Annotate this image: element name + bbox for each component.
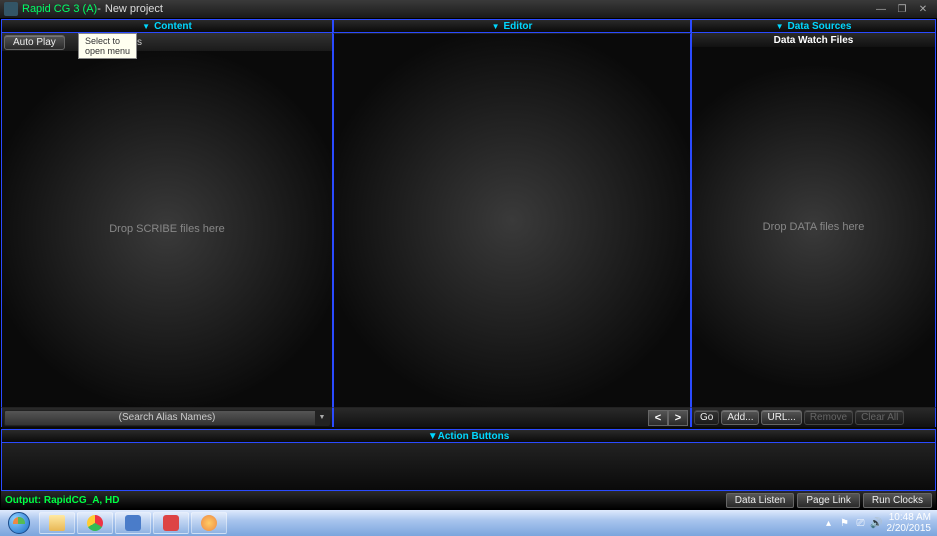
clock-time: 10:48 AM (887, 512, 932, 523)
windows-taskbar: ▴ ⚑ ⎚ 🔊 10:48 AM 2/20/2015 (0, 510, 937, 536)
content-panel-header[interactable]: ▼ Content (1, 19, 333, 33)
search-placeholder: (Search Alias Names) (119, 412, 216, 423)
data-watch-files-header: Data Watch Files (691, 33, 936, 47)
chevron-down-icon[interactable]: ▼ (315, 411, 329, 425)
taskbar-clock[interactable]: 10:48 AM 2/20/2015 (887, 512, 932, 534)
close-button[interactable]: ✕ (913, 2, 933, 16)
add-button[interactable]: Add... (721, 410, 759, 425)
minimize-button[interactable]: — (871, 2, 891, 16)
maximize-button[interactable]: ❐ (892, 2, 912, 16)
output-status: Output: RapidCG_A, HD (5, 495, 119, 506)
app-title: Rapid CG 3 (A) (22, 3, 97, 15)
nav-prev-button[interactable]: < (648, 410, 668, 426)
run-clocks-button[interactable]: Run Clocks (863, 493, 932, 508)
editor-panel: ▼ Editor < > (333, 19, 691, 427)
data-drop-hint: Drop DATA files here (763, 221, 865, 233)
content-toolbar: Auto Play seconds Select to open menu (1, 33, 333, 51)
tray-volume-icon[interactable]: 🔊 (871, 517, 883, 529)
title-separator: - (97, 3, 101, 15)
go-button[interactable]: Go (694, 410, 719, 425)
folder-icon (49, 515, 65, 531)
project-name: New project (105, 3, 163, 15)
tray-flag-icon[interactable]: ⚑ (839, 517, 851, 529)
data-sources-panel: ▼ Data Sources Data Watch Files Drop DAT… (691, 19, 936, 427)
action-title: Action Buttons (438, 431, 510, 442)
triangle-down-icon: ▼ (428, 431, 438, 442)
windows-logo-icon (8, 512, 30, 534)
taskbar-explorer[interactable] (39, 512, 75, 534)
content-drop-hint: Drop SCRIBE files here (109, 223, 225, 235)
data-drop-area[interactable]: Drop DATA files here (691, 47, 936, 407)
taskbar-app-1[interactable] (115, 512, 151, 534)
app-body: ▼ Content Auto Play seconds Select to op… (0, 18, 937, 510)
data-panel-header[interactable]: ▼ Data Sources (691, 19, 936, 33)
triangle-down-icon: ▼ (142, 22, 150, 31)
url-button[interactable]: URL... (761, 410, 801, 425)
editor-footer: < > (333, 407, 691, 427)
editor-panel-header[interactable]: ▼ Editor (333, 19, 691, 33)
content-drop-area[interactable]: Drop SCRIBE files here (1, 51, 333, 407)
editor-area[interactable] (333, 33, 691, 407)
taskbar-chrome[interactable] (77, 512, 113, 534)
content-title: Content (154, 21, 192, 32)
data-footer: Go Add... URL... Remove Clear All (691, 407, 936, 427)
search-alias-combo[interactable]: (Search Alias Names) ▼ (4, 410, 330, 426)
nav-next-button[interactable]: > (668, 410, 688, 426)
taskbar-paint[interactable] (191, 512, 227, 534)
tray-show-hidden-icon[interactable]: ▴ (823, 517, 835, 529)
tray-network-icon[interactable]: ⎚ (855, 517, 867, 529)
clear-all-button[interactable]: Clear All (855, 410, 904, 425)
tooltip: Select to open menu (78, 33, 137, 59)
action-buttons-header[interactable]: ▼ Action Buttons (1, 429, 936, 443)
action-buttons-area (1, 443, 936, 491)
triangle-down-icon: ▼ (776, 22, 784, 31)
auto-play-button[interactable]: Auto Play (4, 35, 65, 50)
app-icon (163, 515, 179, 531)
content-panel: ▼ Content Auto Play seconds Select to op… (1, 19, 333, 427)
page-link-button[interactable]: Page Link (797, 493, 859, 508)
editor-title: Editor (504, 21, 533, 32)
app-icon (4, 2, 18, 16)
status-bar: Output: RapidCG_A, HD Data Listen Page L… (1, 491, 936, 509)
start-button[interactable] (0, 510, 38, 536)
window-titlebar: Rapid CG 3 (A) - New project — ❐ ✕ (0, 0, 937, 18)
content-footer: (Search Alias Names) ▼ (1, 407, 333, 427)
paint-icon (201, 515, 217, 531)
system-tray: ▴ ⚑ ⎚ 🔊 10:48 AM 2/20/2015 (823, 512, 937, 534)
taskbar-app-2[interactable] (153, 512, 189, 534)
app-icon (125, 515, 141, 531)
clock-date: 2/20/2015 (887, 523, 932, 534)
triangle-down-icon: ▼ (492, 22, 500, 31)
remove-button[interactable]: Remove (804, 410, 853, 425)
data-title: Data Sources (788, 21, 852, 32)
data-listen-button[interactable]: Data Listen (726, 493, 795, 508)
chrome-icon (87, 515, 103, 531)
